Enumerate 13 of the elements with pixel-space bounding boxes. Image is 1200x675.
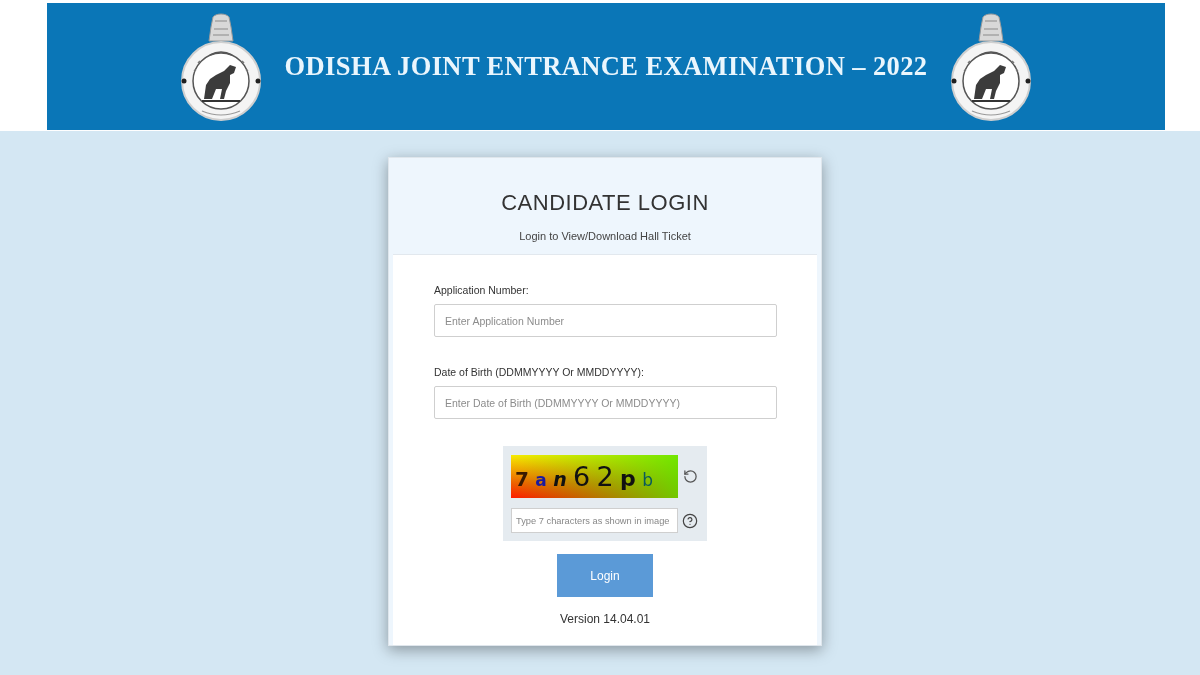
captcha-input-field[interactable]: Type 7 characters as shown in image bbox=[511, 508, 678, 533]
card-title: CANDIDATE LOGIN bbox=[501, 189, 709, 217]
text-field[interactable]: Enter Date of Birth (DDMMYYYY Or MMDDYYYY) bbox=[434, 386, 777, 419]
text-field[interactable]: Enter Application Number bbox=[434, 304, 777, 337]
field-label: Application Number: bbox=[434, 283, 530, 298]
refresh-captcha-icon[interactable] bbox=[682, 468, 698, 485]
exam-title: ODISHA JOINT ENTRANCE EXAMINATION – 2022 bbox=[284, 49, 928, 83]
field-label: Date of Birth (DDMMYYYY Or MMDDYYYY): bbox=[434, 365, 645, 380]
captcha-text: 7 a n 6 2 p b bbox=[515, 463, 653, 490]
card-subtitle: Login to View/Download Hall Ticket bbox=[519, 229, 691, 244]
help-icon[interactable] bbox=[682, 512, 698, 529]
login-button[interactable]: Login bbox=[557, 554, 653, 597]
version-text: Version 14.04.01 bbox=[559, 611, 651, 627]
